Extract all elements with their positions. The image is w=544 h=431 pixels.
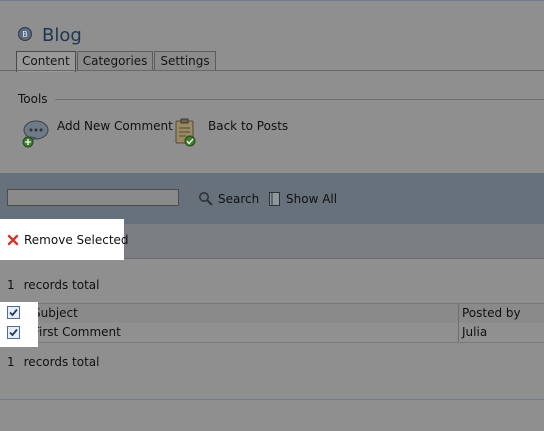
back-to-posts-label: Back to Posts xyxy=(208,119,289,133)
column-divider xyxy=(458,304,459,323)
cell-posted-by: Julia xyxy=(462,325,488,339)
table-row[interactable]: First Comment Julia xyxy=(0,323,544,343)
search-button-label: Search xyxy=(218,192,260,206)
column-divider xyxy=(458,323,459,342)
table-header-row: Subject Posted by xyxy=(0,303,544,324)
document-icon xyxy=(269,192,280,206)
show-all-label: Show All xyxy=(286,192,338,206)
add-new-comment-label: Add New Comment xyxy=(57,119,173,133)
cell-subject: First Comment xyxy=(33,325,121,339)
back-to-posts-button[interactable]: Back to Posts xyxy=(172,118,288,148)
search-button[interactable]: Search xyxy=(198,191,259,207)
bottom-border xyxy=(0,399,544,400)
tab-content[interactable]: Content xyxy=(16,51,76,72)
tab-bar: Content Categories Settings xyxy=(16,51,217,72)
records-count: 1 xyxy=(7,355,15,369)
remove-selected-label: Remove Selected xyxy=(24,233,129,247)
svg-text:B: B xyxy=(22,30,28,39)
records-count: 1 xyxy=(7,278,15,292)
show-all-button[interactable]: Show All xyxy=(268,191,337,207)
row-checkbox[interactable] xyxy=(7,326,20,339)
tools-heading: Tools xyxy=(18,92,48,106)
tab-settings[interactable]: Settings xyxy=(154,51,216,70)
add-new-comment-button[interactable]: Add New Comment xyxy=(21,118,173,148)
tab-categories[interactable]: Categories xyxy=(76,51,154,70)
checkmark-icon xyxy=(9,308,18,317)
checkmark-icon xyxy=(9,328,18,337)
magnifier-icon xyxy=(199,192,213,206)
records-label: records total xyxy=(23,278,100,292)
tab-divider xyxy=(0,70,544,71)
blog-icon: B xyxy=(18,27,32,41)
tools-divider xyxy=(55,99,544,100)
add-comment-icon xyxy=(22,120,49,148)
records-total-bottom: 1 records total xyxy=(7,355,99,369)
back-to-posts-icon xyxy=(175,118,196,147)
column-header-subject[interactable]: Subject xyxy=(33,306,78,320)
page-title: Blog xyxy=(42,25,82,46)
select-all-checkbox[interactable] xyxy=(7,306,20,319)
checkbox-column-highlight xyxy=(0,302,38,347)
remove-selected-button[interactable]: Remove Selected xyxy=(7,233,129,247)
column-header-posted-by[interactable]: Posted by xyxy=(462,306,521,320)
records-total-top: 1 records total xyxy=(7,278,99,292)
top-border xyxy=(0,0,544,1)
remove-icon xyxy=(7,234,19,246)
records-label: records total xyxy=(23,355,100,369)
search-input[interactable] xyxy=(7,189,179,206)
